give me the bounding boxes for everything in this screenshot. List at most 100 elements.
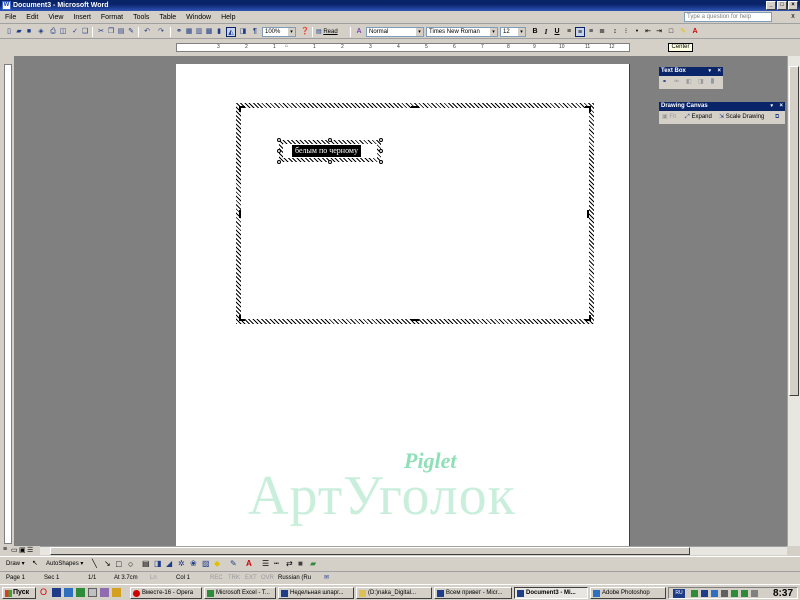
tray-icon[interactable] bbox=[731, 590, 738, 597]
line-color-icon[interactable]: ✎ bbox=[230, 559, 237, 569]
paste-icon[interactable]: ▤ bbox=[116, 27, 126, 37]
resize-handle[interactable] bbox=[379, 160, 383, 164]
language-indicator[interactable]: RU bbox=[673, 589, 685, 598]
tray-icon[interactable] bbox=[711, 590, 718, 597]
menu-tools[interactable]: Tools bbox=[128, 11, 154, 24]
menu-view[interactable]: View bbox=[43, 11, 68, 24]
task-excel[interactable]: Microsoft Excel - T... bbox=[204, 587, 276, 599]
draw-menu[interactable]: Draw ▾ bbox=[6, 559, 25, 569]
next-textbox-icon[interactable]: ◨ bbox=[698, 78, 704, 87]
status-trk[interactable]: TRK bbox=[228, 572, 240, 584]
canvas-side-handle[interactable] bbox=[411, 106, 419, 108]
fill-color-icon[interactable]: ◆ bbox=[214, 559, 220, 569]
font-select[interactable]: Times New Roman ▾ bbox=[426, 27, 498, 37]
line-icon[interactable]: ╲ bbox=[92, 559, 97, 569]
line-spacing-icon[interactable]: ↕ bbox=[610, 27, 620, 37]
italic-button[interactable]: I bbox=[541, 27, 551, 37]
document-map-icon[interactable]: ◨ bbox=[238, 27, 248, 37]
menu-table[interactable]: Table bbox=[154, 11, 181, 24]
clip-art-icon[interactable]: ❀ bbox=[190, 559, 197, 569]
quicklaunch-icon[interactable] bbox=[88, 588, 97, 597]
task-photoshop[interactable]: Adobe Photoshop bbox=[590, 587, 666, 599]
task-document3[interactable]: Document3 - Mi... bbox=[514, 587, 588, 599]
open-icon[interactable]: ▰ bbox=[14, 27, 24, 37]
align-center-icon[interactable]: ≡ bbox=[575, 27, 585, 37]
chevron-down-icon[interactable]: ▾ bbox=[770, 102, 773, 111]
3d-style-icon[interactable]: ▰ bbox=[310, 559, 316, 569]
resize-handle[interactable] bbox=[379, 149, 383, 153]
task-explorer[interactable]: (D:)naka_Digital... bbox=[356, 587, 432, 599]
insert-table-icon[interactable]: ▥ bbox=[194, 27, 204, 37]
previous-textbox-icon[interactable]: ◧ bbox=[686, 78, 692, 87]
canvas-side-handle[interactable] bbox=[411, 319, 419, 321]
resize-handle[interactable] bbox=[277, 160, 281, 164]
resize-handle[interactable] bbox=[379, 138, 383, 142]
quicklaunch-icon[interactable] bbox=[76, 588, 85, 597]
line-style-icon[interactable]: ☰ bbox=[262, 559, 269, 569]
font-color-icon[interactable]: A bbox=[246, 559, 252, 569]
quicklaunch-icon[interactable] bbox=[52, 588, 61, 597]
quicklaunch-icon[interactable] bbox=[100, 588, 109, 597]
redo-icon[interactable]: ↷ bbox=[156, 27, 166, 37]
task-opera[interactable]: Вместе-16 - Opera bbox=[130, 587, 202, 599]
spelling-icon[interactable]: ✓ bbox=[70, 27, 80, 37]
expand-button[interactable]: ⤢ Expand bbox=[685, 113, 712, 122]
maximize-button[interactable]: □ bbox=[777, 1, 787, 10]
diagram-icon[interactable]: ✲ bbox=[178, 559, 185, 569]
menu-format[interactable]: Format bbox=[96, 11, 128, 24]
scale-drawing-button[interactable]: ⇲ Scale Drawing bbox=[719, 113, 764, 122]
menu-help[interactable]: Help bbox=[216, 11, 240, 24]
help-search-input[interactable]: Type a question for help bbox=[684, 12, 772, 22]
decrease-indent-icon[interactable]: ⇤ bbox=[643, 27, 653, 37]
arrow-icon[interactable]: ↘ bbox=[104, 559, 111, 569]
canvas-corner-handle[interactable] bbox=[585, 106, 591, 112]
research-icon[interactable]: ❏ bbox=[80, 27, 90, 37]
text-box-content[interactable]: белым по черному bbox=[292, 145, 361, 157]
start-button[interactable]: Пуск bbox=[2, 587, 36, 599]
tray-icon[interactable] bbox=[751, 590, 758, 597]
textbox-icon[interactable]: ▤ bbox=[142, 559, 150, 569]
quicklaunch-icon[interactable] bbox=[112, 588, 121, 597]
close-icon[interactable]: × bbox=[779, 102, 783, 111]
wordart-icon[interactable]: ◢ bbox=[166, 559, 172, 569]
volume-icon[interactable] bbox=[721, 590, 728, 597]
bullets-icon[interactable]: • bbox=[632, 27, 642, 37]
scroll-thumb[interactable] bbox=[789, 66, 799, 396]
spelling-status-icon[interactable]: ✉ bbox=[324, 572, 329, 584]
copy-icon[interactable]: ❐ bbox=[106, 27, 116, 37]
outside-border-icon[interactable]: □ bbox=[666, 27, 676, 37]
dash-style-icon[interactable]: ┅ bbox=[274, 559, 279, 569]
status-ext[interactable]: EXT bbox=[245, 572, 257, 584]
underline-button[interactable]: U bbox=[552, 27, 562, 37]
autoshapes-menu[interactable]: AutoShapes ▾ bbox=[46, 559, 83, 569]
print-icon[interactable]: ⎙ bbox=[48, 27, 58, 37]
menu-window[interactable]: Window bbox=[181, 11, 216, 24]
highlight-icon[interactable]: ✎ bbox=[678, 27, 688, 37]
tray-icon[interactable] bbox=[741, 590, 748, 597]
task-word-hello[interactable]: Всем привет - Micr... bbox=[434, 587, 512, 599]
clock[interactable]: 8:37 bbox=[773, 588, 793, 600]
normal-view-icon[interactable]: ≡ bbox=[3, 546, 7, 553]
print-preview-icon[interactable]: ◫ bbox=[58, 27, 68, 37]
text-direction-icon[interactable]: ⫼ bbox=[711, 78, 714, 87]
canvas-corner-handle[interactable] bbox=[585, 315, 591, 321]
permission-icon[interactable]: ◈ bbox=[36, 27, 46, 37]
quicklaunch-icon[interactable] bbox=[64, 588, 73, 597]
drawing-icon[interactable]: ◭ bbox=[226, 27, 236, 37]
columns-icon[interactable]: ▮ bbox=[214, 27, 224, 37]
outline-view-icon[interactable]: ☰ bbox=[27, 546, 33, 554]
styles-formatting-icon[interactable]: A bbox=[354, 27, 364, 37]
help-icon[interactable]: ❓ bbox=[300, 27, 310, 37]
tables-borders-icon[interactable]: ▦ bbox=[184, 27, 194, 37]
resize-handle[interactable] bbox=[328, 160, 332, 164]
horizontal-ruler[interactable]: 3 2 1 1 2 3 4 5 6 7 8 9 10 11 12 ⌂ bbox=[176, 43, 630, 52]
undo-icon[interactable]: ↶ bbox=[142, 27, 152, 37]
menu-insert[interactable]: Insert bbox=[68, 11, 96, 24]
read-button[interactable]: ▤ Read bbox=[316, 27, 346, 37]
align-right-icon[interactable]: ≡ bbox=[586, 27, 596, 37]
status-ovr[interactable]: OVR bbox=[261, 572, 274, 584]
style-select[interactable]: Normal ▾ bbox=[366, 27, 424, 37]
increase-indent-icon[interactable]: ⇥ bbox=[654, 27, 664, 37]
shadow-style-icon[interactable]: ■ bbox=[298, 559, 303, 569]
canvas-corner-handle[interactable] bbox=[239, 315, 245, 321]
